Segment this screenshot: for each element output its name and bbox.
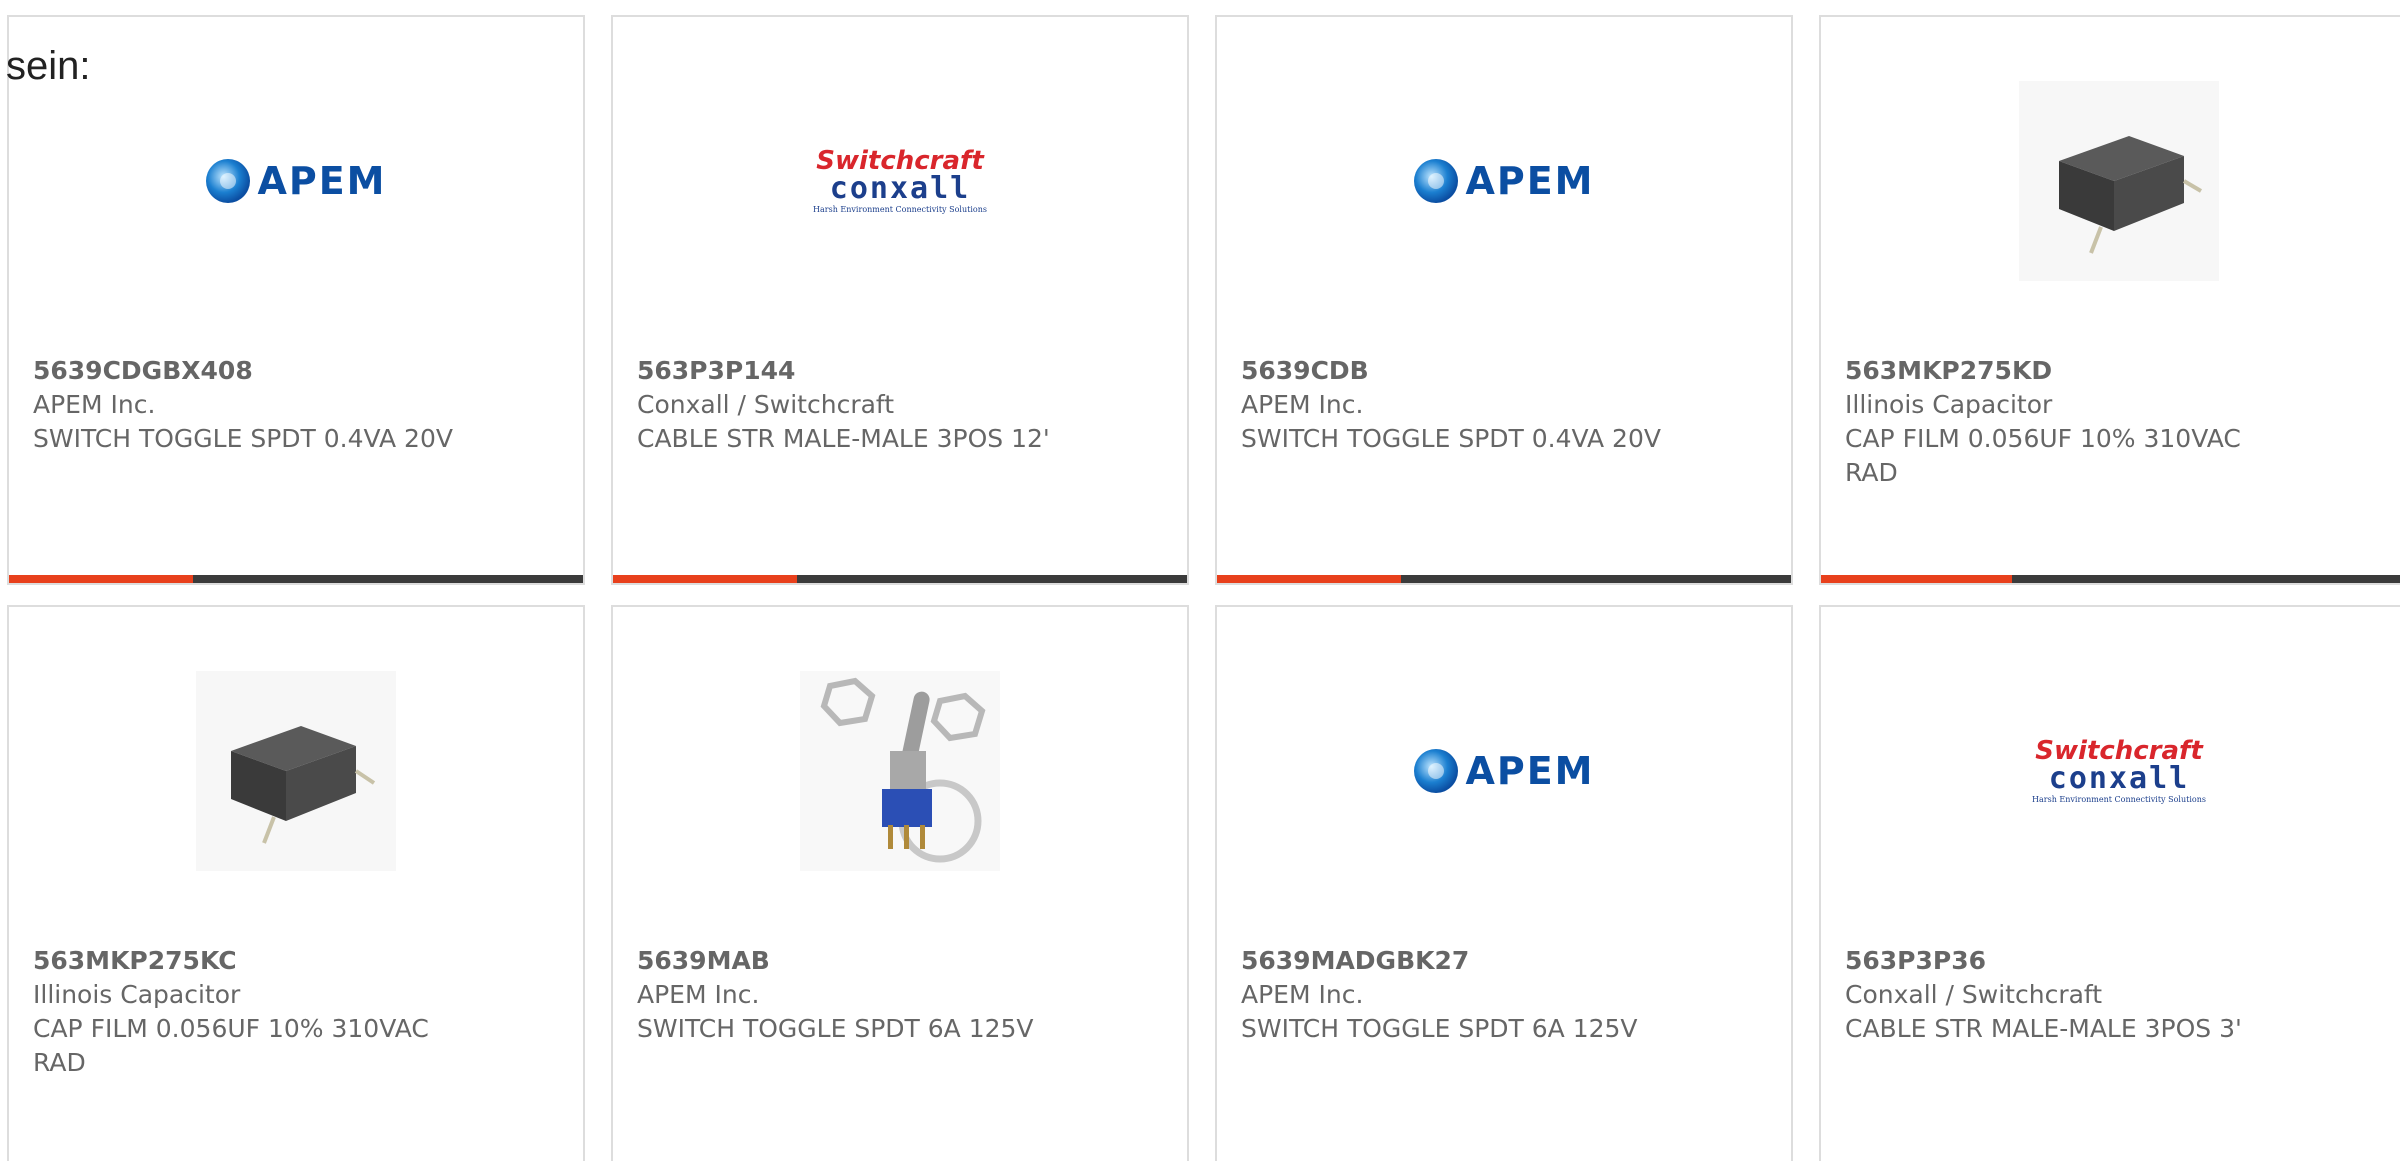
apem-sphere-icon xyxy=(206,159,251,203)
product-photo xyxy=(1821,81,2400,281)
progress-fill xyxy=(1217,575,1401,583)
part-number[interactable]: 563MKP275KD xyxy=(1845,354,2275,388)
product-info: 563P3P36 Conxall / Switchcraft CABLE STR… xyxy=(1845,944,2275,1046)
product-info: 5639CDB APEM Inc. SWITCH TOGGLE SPDT 0.4… xyxy=(1241,354,1671,456)
part-number[interactable]: 5639MAB xyxy=(637,944,1067,978)
part-number[interactable]: 5639CDB xyxy=(1241,354,1671,388)
product-description: SWITCH TOGGLE SPDT 6A 125V xyxy=(637,1014,1034,1043)
part-number[interactable]: 5639CDGBX408 xyxy=(33,354,463,388)
manufacturer-name: Illinois Capacitor xyxy=(33,980,241,1009)
manufacturer-logo: APEM xyxy=(1217,671,1791,871)
manufacturer-name: Illinois Capacitor xyxy=(1845,390,2053,419)
product-info: 5639MADGBK27 APEM Inc. SWITCH TOGGLE SPD… xyxy=(1241,944,1671,1046)
product-card[interactable]: 563MKP275KC Illinois Capacitor CAP FILM … xyxy=(7,605,585,1161)
part-number[interactable]: 563MKP275KC xyxy=(33,944,463,978)
part-number[interactable]: 563P3P36 xyxy=(1845,944,2275,978)
product-info: 563P3P144 Conxall / Switchcraft CABLE ST… xyxy=(637,354,1067,456)
manufacturer-name: Conxall / Switchcraft xyxy=(1845,980,2103,1009)
switchcraft-logo: Switchcraft conxall Harsh Environment Co… xyxy=(2032,738,2206,804)
product-photo xyxy=(9,671,583,871)
header-text: sein: xyxy=(6,44,91,88)
switchcraft-logo-mid: conxall xyxy=(2048,761,2190,796)
manufacturer-name: APEM Inc. xyxy=(1241,390,1364,419)
apem-logo: APEM xyxy=(205,158,386,204)
progress-bar xyxy=(9,575,583,583)
progress-bar xyxy=(1821,575,2400,583)
product-card[interactable]: Switchcraft conxall Harsh Environment Co… xyxy=(1819,605,2400,1161)
product-card[interactable]: APEM 5639MADGBK27 APEM Inc. SWITCH TOGGL… xyxy=(1215,605,1793,1161)
part-number[interactable]: 5639MADGBK27 xyxy=(1241,944,1671,978)
progress-fill xyxy=(9,575,193,583)
product-description: SWITCH TOGGLE SPDT 6A 125V xyxy=(1241,1014,1638,1043)
apem-sphere-icon xyxy=(1414,159,1459,203)
switchcraft-logo: Switchcraft conxall Harsh Environment Co… xyxy=(813,148,987,214)
apem-logo: APEM xyxy=(1413,748,1594,794)
product-description: SWITCH TOGGLE SPDT 0.4VA 20V xyxy=(1241,424,1661,453)
product-card[interactable]: 5639MAB APEM Inc. SWITCH TOGGLE SPDT 6A … xyxy=(611,605,1189,1161)
progress-fill xyxy=(613,575,797,583)
product-info: 5639MAB APEM Inc. SWITCH TOGGLE SPDT 6A … xyxy=(637,944,1067,1046)
part-number[interactable]: 563P3P144 xyxy=(637,354,1067,388)
progress-fill xyxy=(1821,575,2012,583)
apem-logo-text: APEM xyxy=(1465,159,1595,203)
apem-sphere-icon xyxy=(1414,749,1459,793)
progress-bar xyxy=(1217,575,1791,583)
switchcraft-logo-mid: conxall xyxy=(829,171,971,206)
product-description: CABLE STR MALE-MALE 3POS 12' xyxy=(637,424,1050,453)
product-card[interactable]: APEM 5639CDB APEM Inc. SWITCH TOGGLE SPD… xyxy=(1215,15,1793,585)
manufacturer-logo: APEM xyxy=(9,81,583,281)
product-description: SWITCH TOGGLE SPDT 0.4VA 20V xyxy=(33,424,453,453)
apem-logo: APEM xyxy=(1413,158,1594,204)
product-card[interactable]: APEM 5639CDGBX408 APEM Inc. SWITCH TOGGL… xyxy=(7,15,585,585)
manufacturer-name: APEM Inc. xyxy=(1241,980,1364,1009)
product-description: CAP FILM 0.056UF 10% 310VAC RAD xyxy=(33,1014,429,1077)
switchcraft-logo-tag: Harsh Environment Connectivity Solutions xyxy=(813,205,987,214)
progress-bar xyxy=(613,575,1187,583)
product-description: CAP FILM 0.056UF 10% 310VAC RAD xyxy=(1845,424,2241,487)
apem-logo-text: APEM xyxy=(1465,749,1595,793)
toggle-switch-photo xyxy=(800,671,1000,871)
manufacturer-name: Conxall / Switchcraft xyxy=(637,390,895,419)
capacitor-photo xyxy=(196,671,396,871)
manufacturer-logo: Switchcraft conxall Harsh Environment Co… xyxy=(1821,671,2400,871)
product-info: 5639CDGBX408 APEM Inc. SWITCH TOGGLE SPD… xyxy=(33,354,463,456)
product-card[interactable]: Switchcraft conxall Harsh Environment Co… xyxy=(611,15,1189,585)
switchcraft-logo-tag: Harsh Environment Connectivity Solutions xyxy=(2032,795,2206,804)
product-photo xyxy=(613,671,1187,871)
manufacturer-name: APEM Inc. xyxy=(637,980,760,1009)
manufacturer-logo: Switchcraft conxall Harsh Environment Co… xyxy=(613,81,1187,281)
product-card[interactable]: 563MKP275KD Illinois Capacitor CAP FILM … xyxy=(1819,15,2400,585)
product-info: 563MKP275KD Illinois Capacitor CAP FILM … xyxy=(1845,354,2275,490)
capacitor-photo xyxy=(2019,81,2219,281)
product-description: CABLE STR MALE-MALE 3POS 3' xyxy=(1845,1014,2242,1043)
manufacturer-name: APEM Inc. xyxy=(33,390,156,419)
product-grid-page: sein: APEM 5639CDGBX408 APEM Inc. SWITCH… xyxy=(0,0,2400,1161)
apem-logo-text: APEM xyxy=(257,159,387,203)
manufacturer-logo: APEM xyxy=(1217,81,1791,281)
product-info: 563MKP275KC Illinois Capacitor CAP FILM … xyxy=(33,944,463,1080)
